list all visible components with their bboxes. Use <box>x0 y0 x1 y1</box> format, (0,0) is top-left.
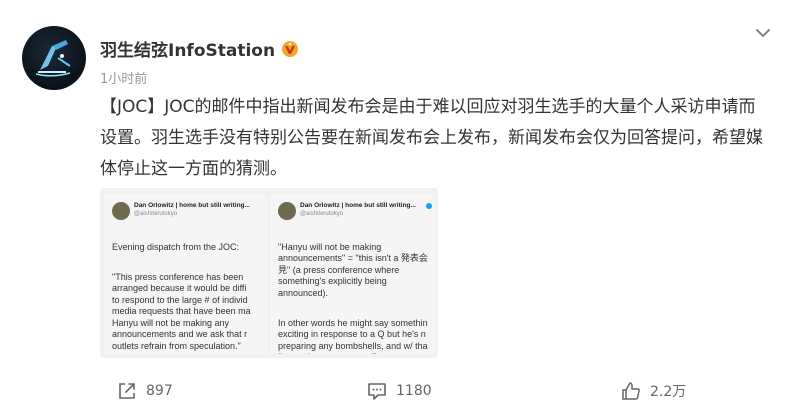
avatar[interactable] <box>22 26 86 90</box>
comment-button[interactable]: 1180 <box>366 380 432 402</box>
tweet-author-name: Dan Orlowitz | home but still writing... <box>300 202 416 209</box>
skater-logo-icon <box>35 40 71 77</box>
tweet-paragraph: Evening dispatch from the JOC: <box>112 241 240 252</box>
repost-button[interactable]: 897 <box>116 380 173 402</box>
like-button[interactable]: 2.2万 <box>620 380 686 402</box>
verified-icon <box>426 203 432 209</box>
tweet-body: Evening dispatch from the JOC: "This pre… <box>112 230 268 354</box>
tweet-paragraph: "This press conference has been arranged… <box>112 271 251 351</box>
tweet-body: "Hanyu will not be making announcements"… <box>278 230 434 355</box>
post-text: 【JOC】JOC的邮件中指出新闻发布会是由于难以回应对羽生选手的大量个人采访申请… <box>100 97 763 179</box>
author-name-row: 羽生结弦InfoStation <box>100 36 299 61</box>
share-icon <box>119 383 135 399</box>
chevron-down-icon[interactable] <box>754 24 772 42</box>
post-time: 1小时前 <box>100 72 148 87</box>
author-name[interactable]: 羽生结弦InfoStation <box>100 36 275 61</box>
action-bar: 897 1180 2.2万 <box>0 374 800 410</box>
tweet-handle: @aishiterutokyo <box>134 211 178 217</box>
tweet-screenshot-1: Dan Orlowitz | home but still writing...… <box>104 194 268 354</box>
embedded-image[interactable]: Dan Orlowitz | home but still writing...… <box>100 188 438 358</box>
tweet-handle: @aishiterutokyo <box>300 211 344 217</box>
comment-count: 1180 <box>396 383 432 399</box>
like-count: 2.2万 <box>650 384 687 400</box>
tweet-paragraph: In other words he might say somethin exc… <box>278 317 428 355</box>
repost-count: 897 <box>146 383 173 399</box>
tweet-avatar <box>112 202 130 220</box>
tweet-screenshot-2: Dan Orlowitz | home but still writing...… <box>270 194 434 354</box>
gold-v-badge-icon <box>282 40 299 57</box>
tweet-paragraph: "Hanyu will not be making announcements"… <box>278 241 428 298</box>
tweet-author-name: Dan Orlowitz | home but still writing... <box>134 202 250 209</box>
comment-icon <box>368 383 386 400</box>
tweet-avatar <box>278 202 296 220</box>
thumbs-up-icon <box>622 382 640 400</box>
